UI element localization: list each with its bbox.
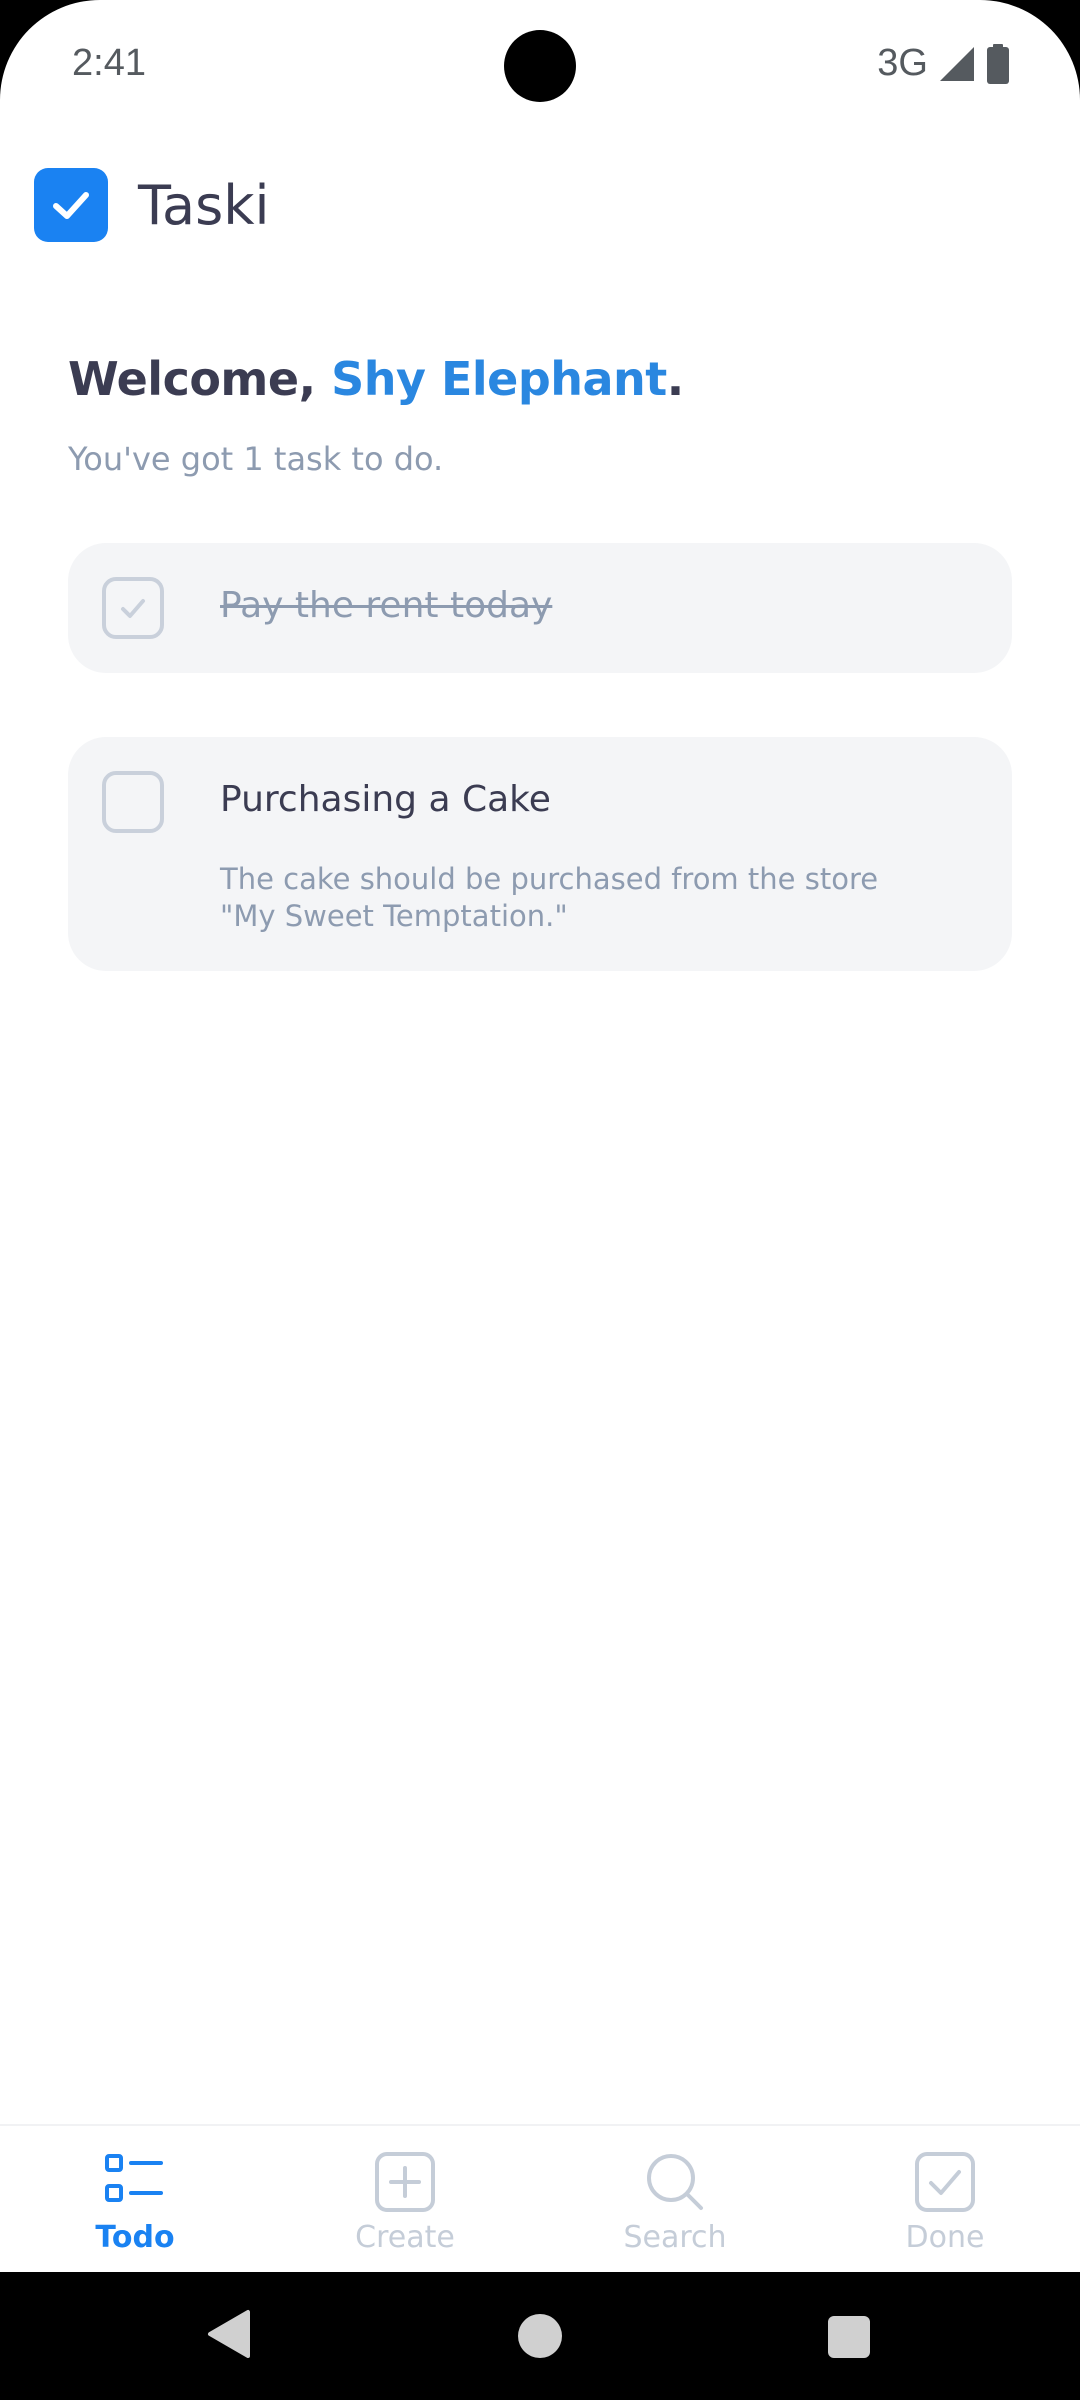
- app-header: Taski: [34, 168, 270, 242]
- recent-apps-icon[interactable]: [828, 2316, 870, 2358]
- welcome-greeting: Welcome,: [68, 352, 332, 406]
- task-card-open[interactable]: Purchasing a Cake The cake should be pur…: [68, 737, 1012, 971]
- status-bar: 2:41 3G: [0, 0, 1080, 130]
- nav-label: Search: [623, 2220, 727, 2255]
- task-checkbox-unchecked[interactable]: [102, 771, 164, 833]
- battery-icon: [987, 43, 1009, 84]
- camera-cutout: [504, 30, 576, 102]
- nav-search[interactable]: Search: [540, 2126, 810, 2272]
- checkmark-icon: [53, 192, 89, 219]
- checkbox-checked-icon: [34, 168, 108, 242]
- bottom-navigation: Todo Create Search Done: [0, 2124, 1080, 2272]
- list-icon: [105, 2154, 163, 2202]
- plus-square-icon: [375, 2152, 435, 2212]
- welcome-punctuation: .: [666, 352, 684, 406]
- nav-label: Done: [905, 2220, 985, 2255]
- task-title: Pay the rent today: [220, 585, 553, 626]
- app-window: 2:41 3G Taski Welcome, Shy Elephant. You…: [0, 0, 1080, 2272]
- network-type: 3G: [877, 42, 928, 84]
- task-card-completed[interactable]: Pay the rent today: [68, 543, 1012, 673]
- nav-label: Todo: [95, 2220, 175, 2255]
- system-navigation-bar: [0, 2272, 1080, 2400]
- back-icon[interactable]: [204, 2308, 252, 2360]
- nav-done[interactable]: Done: [810, 2126, 1080, 2272]
- check-square-icon: [915, 2152, 975, 2212]
- status-indicators: 3G: [877, 42, 1010, 85]
- task-title: Purchasing a Cake: [220, 779, 551, 820]
- task-count-subtitle: You've got 1 task to do.: [68, 440, 444, 478]
- task-checkbox-checked[interactable]: [102, 577, 164, 639]
- nav-todo[interactable]: Todo: [0, 2126, 270, 2272]
- search-icon: [647, 2154, 703, 2210]
- nav-label: Create: [355, 2220, 455, 2255]
- user-name: Shy Elephant: [331, 352, 667, 406]
- welcome-heading: Welcome, Shy Elephant.: [68, 352, 684, 406]
- status-time: 2:41: [72, 42, 146, 84]
- task-description: The cake should be purchased from the st…: [220, 862, 879, 933]
- home-icon[interactable]: [518, 2314, 562, 2358]
- app-title: Taski: [138, 173, 270, 237]
- signal-icon: [940, 46, 974, 81]
- nav-create[interactable]: Create: [270, 2126, 540, 2272]
- check-icon: [121, 599, 145, 618]
- phone-screen: 2:41 3G Taski Welcome, Shy Elephant. You…: [0, 0, 1080, 2400]
